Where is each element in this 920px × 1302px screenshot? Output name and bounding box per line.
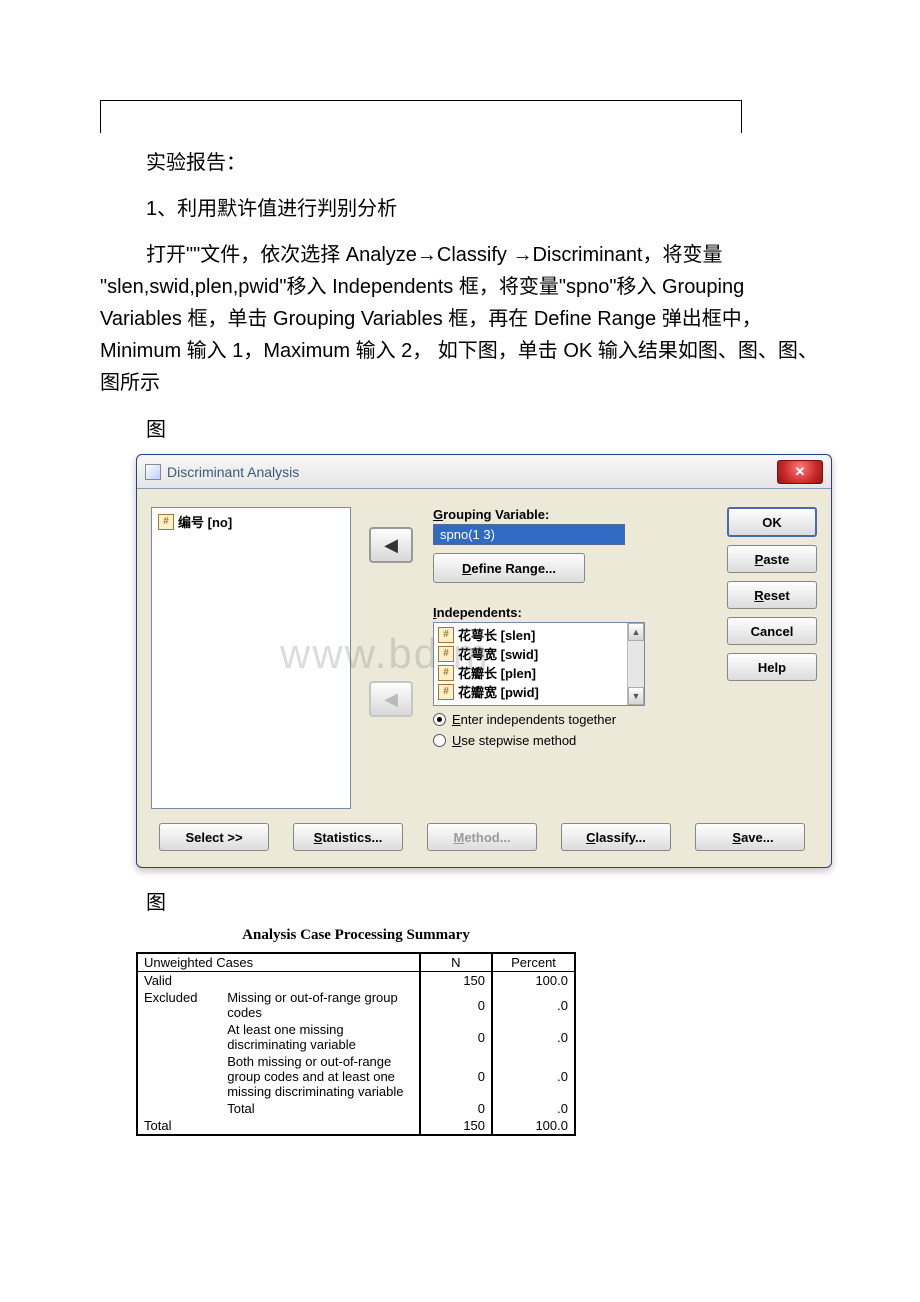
- save-button[interactable]: Save...: [695, 823, 805, 851]
- list-item[interactable]: #花萼宽 [swid]: [438, 644, 640, 663]
- summary-table-wrap: Analysis Case Processing Summary Unweigh…: [136, 927, 820, 1136]
- source-variable-list[interactable]: # 编号 [no]: [151, 507, 351, 809]
- move-to-grouping-button[interactable]: ◀: [369, 527, 413, 563]
- variable-icon: #: [438, 627, 454, 643]
- radio-enter-together[interactable]: Enter independents together: [433, 712, 709, 727]
- list-item[interactable]: #花萼长 [slen]: [438, 625, 640, 644]
- table-cell: 0: [420, 989, 492, 1021]
- col-header: Percent: [492, 953, 575, 972]
- variable-label: 花萼长 [slen]: [458, 625, 535, 644]
- table-cell: 0: [420, 1053, 492, 1100]
- table-cell: [137, 1053, 221, 1100]
- radio-stepwise[interactable]: Use stepwise method: [433, 733, 709, 748]
- dialog-title: Discriminant Analysis: [167, 464, 299, 480]
- paste-button[interactable]: Paste: [727, 545, 817, 573]
- table-cell: 0: [420, 1100, 492, 1117]
- table-cell: Both missing or out-of-range group codes…: [221, 1053, 419, 1100]
- table-cell: Excluded: [137, 989, 221, 1021]
- table-cell: [137, 1100, 221, 1117]
- summary-title: Analysis Case Processing Summary: [136, 927, 576, 944]
- close-button[interactable]: ✕: [777, 460, 823, 484]
- table-cell: .0: [492, 1053, 575, 1100]
- list-item[interactable]: #花瓣宽 [pwid]: [438, 682, 640, 701]
- dialog-icon: [145, 464, 161, 480]
- discriminant-dialog: Discriminant Analysis ✕ # 编号 [no] ◀ ◀: [136, 454, 832, 868]
- reset-button[interactable]: Reset: [727, 581, 817, 609]
- list-item[interactable]: # 编号 [no]: [158, 512, 344, 531]
- variable-icon: #: [438, 684, 454, 700]
- variable-label: 花瓣宽 [pwid]: [458, 682, 539, 701]
- document-page: 实验报告： 1、利用默许值进行判别分析 打开""文件，依次选择 Analyze→…: [0, 0, 920, 1176]
- table-cell: .0: [492, 989, 575, 1021]
- table-cell: [137, 1021, 221, 1053]
- table-cell: Total: [221, 1100, 419, 1117]
- dialog-titlebar: Discriminant Analysis ✕: [137, 455, 831, 489]
- report-heading: 实验报告：: [100, 147, 820, 179]
- horizontal-rule-box: [100, 100, 742, 133]
- move-to-independents-button[interactable]: ◀: [369, 681, 413, 717]
- step-1-heading: 1、利用默许值进行判别分析: [100, 193, 820, 225]
- grouping-variable-field[interactable]: spno(1 3): [433, 524, 625, 545]
- figure-label-b: 图: [100, 886, 820, 915]
- paragraph-1: 打开""文件，依次选择 Analyze→Classify →Discrimina…: [100, 239, 820, 399]
- method-button: Method...: [427, 823, 537, 851]
- table-cell: [221, 1117, 419, 1135]
- radio-icon: [433, 713, 446, 726]
- table-cell: [221, 972, 419, 990]
- cancel-button[interactable]: Cancel: [727, 617, 817, 645]
- table-cell: 100.0: [492, 1117, 575, 1135]
- table-cell: .0: [492, 1021, 575, 1053]
- col-header: Unweighted Cases: [137, 953, 420, 972]
- variable-label: 编号 [no]: [178, 512, 232, 531]
- table-cell: Valid: [137, 972, 221, 990]
- variable-icon: #: [438, 646, 454, 662]
- table-cell: Total: [137, 1117, 221, 1135]
- table-cell: 0: [420, 1021, 492, 1053]
- independents-label: Independents:: [433, 605, 709, 620]
- scroll-up-icon[interactable]: ▲: [628, 623, 644, 641]
- define-range-button[interactable]: Define Range...: [433, 553, 585, 583]
- table-cell: At least one missing discriminating vari…: [221, 1021, 419, 1053]
- table-cell: Missing or out-of-range group codes: [221, 989, 419, 1021]
- table-cell: 150: [420, 972, 492, 990]
- table-cell: .0: [492, 1100, 575, 1117]
- classify-button[interactable]: Classify...: [561, 823, 671, 851]
- grouping-variable-label: Grouping Variable:: [433, 507, 709, 522]
- variable-icon: #: [158, 514, 174, 530]
- scrollbar[interactable]: ▲ ▼: [627, 623, 644, 705]
- help-button[interactable]: Help: [727, 653, 817, 681]
- figure-label-a: 图: [100, 413, 820, 442]
- ok-button[interactable]: OK: [727, 507, 817, 537]
- scroll-down-icon[interactable]: ▼: [628, 687, 644, 705]
- independents-list[interactable]: #花萼长 [slen] #花萼宽 [swid] #花瓣长 [plen] #花瓣宽…: [433, 622, 645, 706]
- col-header: N: [420, 953, 492, 972]
- variable-label: 花萼宽 [swid]: [458, 644, 538, 663]
- list-item[interactable]: #花瓣长 [plen]: [438, 663, 640, 682]
- radio-icon: [433, 734, 446, 747]
- variable-label: 花瓣长 [plen]: [458, 663, 536, 682]
- variable-icon: #: [438, 665, 454, 681]
- table-cell: 150: [420, 1117, 492, 1135]
- select-button[interactable]: Select >>: [159, 823, 269, 851]
- table-cell: 100.0: [492, 972, 575, 990]
- summary-table: Unweighted Cases N Percent Valid 150 100…: [136, 952, 576, 1136]
- statistics-button[interactable]: Statistics...: [293, 823, 403, 851]
